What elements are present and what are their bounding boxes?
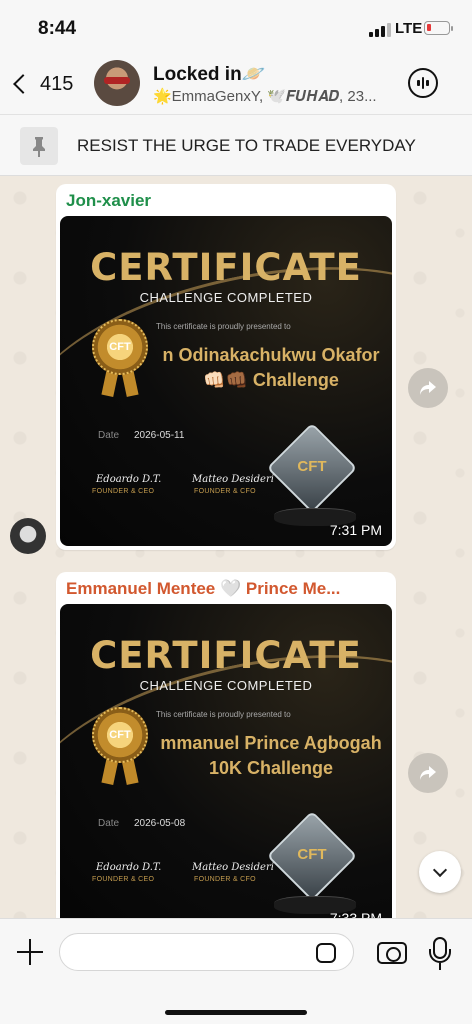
seal-icon: CFT — [92, 319, 148, 375]
date-label: Date — [98, 818, 120, 829]
sender-name[interactable]: Emmanuel Mentee 🤍 Prince Me... — [60, 576, 392, 604]
chevron-down-icon — [432, 862, 448, 878]
group-members[interactable]: 🌟EmmaGenxY, 🕊️𝑭𝑼𝑯𝑨𝑫, 23... — [153, 87, 403, 105]
seal-icon: CFT — [92, 707, 148, 763]
status-time: 8:44 — [38, 18, 77, 39]
certificate-title: CERTIFICATE — [90, 634, 362, 677]
pin-icon — [20, 127, 58, 165]
signature-2: Matteo Desideri — [192, 474, 274, 485]
role-2: FOUNDER & CFO — [194, 488, 256, 495]
signature-1: Edoardo D.T. — [96, 474, 162, 485]
recipient-name: mmanuel Prince Agbogah 10K Challenge — [160, 733, 382, 778]
message-bubble[interactable]: Jon-xavier CERTIFICATE CHALLENGE COMPLET… — [56, 184, 396, 550]
forward-icon — [420, 381, 436, 395]
sender-name[interactable]: Jon-xavier — [60, 188, 392, 216]
certificate-presented: This certificate is proudly presented to — [156, 322, 291, 331]
home-indicator — [165, 1010, 307, 1015]
scroll-down-button[interactable] — [419, 851, 461, 893]
pinned-message[interactable]: RESIST THE URGE TO TRADE EVERYDAY — [0, 114, 472, 176]
plus-icon[interactable] — [17, 939, 43, 965]
back-button[interactable]: 415 — [8, 66, 73, 102]
signal-icon — [369, 23, 391, 37]
certificate-title: CERTIFICATE — [90, 246, 362, 289]
signature-1: Edoardo D.T. — [96, 862, 162, 873]
voice-chat-button[interactable] — [408, 68, 438, 98]
network-label: LTE — [395, 20, 423, 37]
message-input[interactable] — [59, 933, 354, 971]
unread-count: 415 — [40, 72, 74, 95]
role-2: FOUNDER & CFO — [194, 876, 256, 883]
certificate-presented: This certificate is proudly presented to — [156, 710, 291, 719]
recipient-name: n Odinakachukwu Okafor 👊🏻👊🏾 Challenge — [162, 345, 380, 390]
forward-button[interactable] — [408, 368, 448, 408]
signature-2: Matteo Desideri — [192, 862, 274, 873]
forward-icon — [420, 766, 436, 780]
role-1: FOUNDER & CEO — [92, 488, 155, 495]
forward-button[interactable] — [408, 753, 448, 793]
status-bar: 8:44 LTE — [0, 0, 472, 56]
certificate-date: 2026-05-11 — [134, 430, 185, 441]
date-label: Date — [98, 430, 120, 441]
group-avatar[interactable] — [94, 60, 140, 106]
chevron-left-icon — [13, 74, 33, 94]
role-1: FOUNDER & CEO — [92, 876, 155, 883]
message-bubble[interactable]: Emmanuel Mentee 🤍 Prince Me... CERTIFICA… — [56, 572, 396, 934]
member-avatar[interactable] — [10, 518, 46, 554]
composer-bar — [0, 918, 472, 1024]
certificate-subtitle: CHALLENGE COMPLETED — [139, 678, 313, 693]
pinned-text: RESIST THE URGE TO TRADE EVERYDAY — [77, 136, 416, 155]
sticker-icon[interactable] — [316, 943, 336, 963]
chat-header: 415 Locked in🪐 🌟EmmaGenxY, 🕊️𝑭𝑼𝑯𝑨𝑫, 23..… — [0, 56, 472, 114]
camera-icon[interactable] — [377, 942, 407, 964]
battery-icon — [424, 21, 453, 35]
group-title[interactable]: Locked in🪐 — [153, 62, 265, 86]
certificate-image[interactable]: CERTIFICATE CHALLENGE COMPLETED This cer… — [60, 604, 392, 934]
certificate-subtitle: CHALLENGE COMPLETED — [139, 290, 313, 305]
certificate-date: 2026-05-08 — [134, 818, 186, 829]
certificate-image[interactable]: CERTIFICATE CHALLENGE COMPLETED This cer… — [60, 216, 392, 546]
message-time: 7:31 PM — [329, 522, 382, 538]
